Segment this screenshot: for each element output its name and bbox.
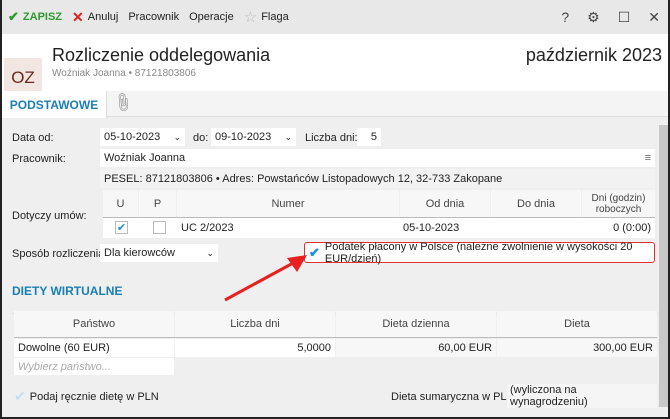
star-icon: ☆: [243, 9, 258, 26]
settlement-select[interactable]: Dla kierowców ⌄: [100, 244, 218, 262]
col-u: U: [103, 190, 138, 217]
col-number: Numer: [177, 190, 399, 217]
contracts-label: Dotyczy umów:: [12, 210, 87, 222]
window: ✔ ZAPISZ ✕ Anuluj Pracownik Operacje ☆ Flag…: [0, 0, 670, 419]
page-subtitle: Woźniak Joanna • 87121803806: [52, 68, 196, 79]
check-icon: ✔: [14, 388, 26, 404]
country-input[interactable]: Wybierz państwo...: [14, 358, 174, 375]
col-to: Do dnia: [491, 190, 581, 217]
date-from-input[interactable]: 05-10-2023 ⌄: [100, 128, 185, 146]
contract-from: 05-10-2023: [403, 222, 460, 234]
u-checkbox[interactable]: ✔: [115, 221, 128, 234]
days-cell[interactable]: 5,0000: [175, 339, 335, 357]
col-daily-diet: Dieta dzienna: [336, 311, 496, 337]
date-from-label: Data od:: [12, 132, 54, 144]
gear-icon[interactable]: ⚙: [587, 9, 600, 26]
country-cell[interactable]: Dowolne (60 EUR): [14, 339, 174, 357]
diet-cell: 300,00 EUR: [497, 339, 657, 357]
col-p: P: [139, 190, 176, 217]
col-from: Od dnia: [400, 190, 490, 217]
date-to-label: do:: [193, 132, 209, 144]
table-row[interactable]: ✔ UC 2/2023 05-10-2023 0 (0:00): [103, 218, 655, 238]
cancel-button[interactable]: ✕ Anuluj: [72, 9, 118, 26]
divider: [14, 337, 657, 338]
date-to-input[interactable]: 09-10-2023 ⌄: [211, 128, 296, 146]
chevron-down-icon: ⌄: [284, 131, 292, 142]
scrollbar[interactable]: [659, 125, 668, 407]
record-header: OZ Rozliczenie oddelegowania Woźniak Joa…: [2, 34, 668, 98]
annotation-arrow: [224, 255, 307, 302]
col-diet: Dieta: [497, 311, 657, 337]
col-days: Liczba dni: [175, 311, 335, 337]
manual-diet-checkbox[interactable]: ✔ Podaj ręcznie dietę w PLN: [14, 388, 159, 405]
employee-input[interactable]: Woźniak Joanna ≡: [100, 149, 655, 167]
save-button[interactable]: ✔ ZAPISZ: [8, 9, 62, 25]
contract-number: UC 2/2023: [181, 222, 234, 234]
section-title-diets: DIETY WIRTUALNE: [12, 284, 123, 298]
p-checkbox[interactable]: [153, 221, 166, 234]
col-country: Państwo: [14, 311, 174, 337]
chevron-down-icon: ⌄: [173, 131, 181, 142]
menu-icon[interactable]: ≡: [645, 152, 651, 164]
toolbar: ✔ ZAPISZ ✕ Anuluj Pracownik Operacje ☆ Flag…: [2, 0, 668, 34]
operations-menu[interactable]: Operacje: [189, 11, 234, 23]
paperclip-icon[interactable]: 📎︎: [111, 90, 135, 114]
check-icon: ✔: [8, 9, 19, 24]
daily-diet-cell: 60,00 EUR: [336, 339, 496, 357]
chevron-down-icon: ⌄: [206, 247, 214, 258]
help-button[interactable]: ?: [561, 9, 569, 26]
tab-podstawowe[interactable]: PODSTAWOWE: [2, 91, 107, 118]
days-label: Liczba dni:: [305, 132, 358, 144]
employee-menu[interactable]: Pracownik: [128, 11, 179, 23]
settlement-label: Sposób rozliczenia:: [12, 248, 108, 260]
employee-info: PESEL: 87121803806 • Adres: Powstańców L…: [100, 169, 655, 188]
close-x-icon: ✕: [72, 8, 84, 25]
total-value: (wyliczona na wynagrodzeniu): [507, 384, 657, 408]
days-input[interactable]: 5: [357, 128, 381, 146]
col-days: Dni (godzin) roboczych: [582, 190, 655, 217]
tab-bar: PODSTAWOWE 📎︎: [2, 90, 668, 118]
period-label: październik 2023: [525, 45, 662, 65]
page-title: Rozliczenie oddelegowania: [52, 45, 271, 65]
flag-button[interactable]: ☆ Flaga: [244, 8, 289, 26]
contract-days: 0 (0:00): [613, 222, 651, 234]
close-icon[interactable]: ✕: [648, 9, 660, 26]
employee-label: Pracownik:: [12, 153, 66, 165]
tax-checkbox[interactable]: ✔ Podatek płacony w Polsce (należne zwol…: [304, 241, 655, 265]
total-label: Dieta sumaryczna w PLN:: [391, 391, 518, 403]
maximize-icon[interactable]: ☐: [618, 9, 631, 26]
